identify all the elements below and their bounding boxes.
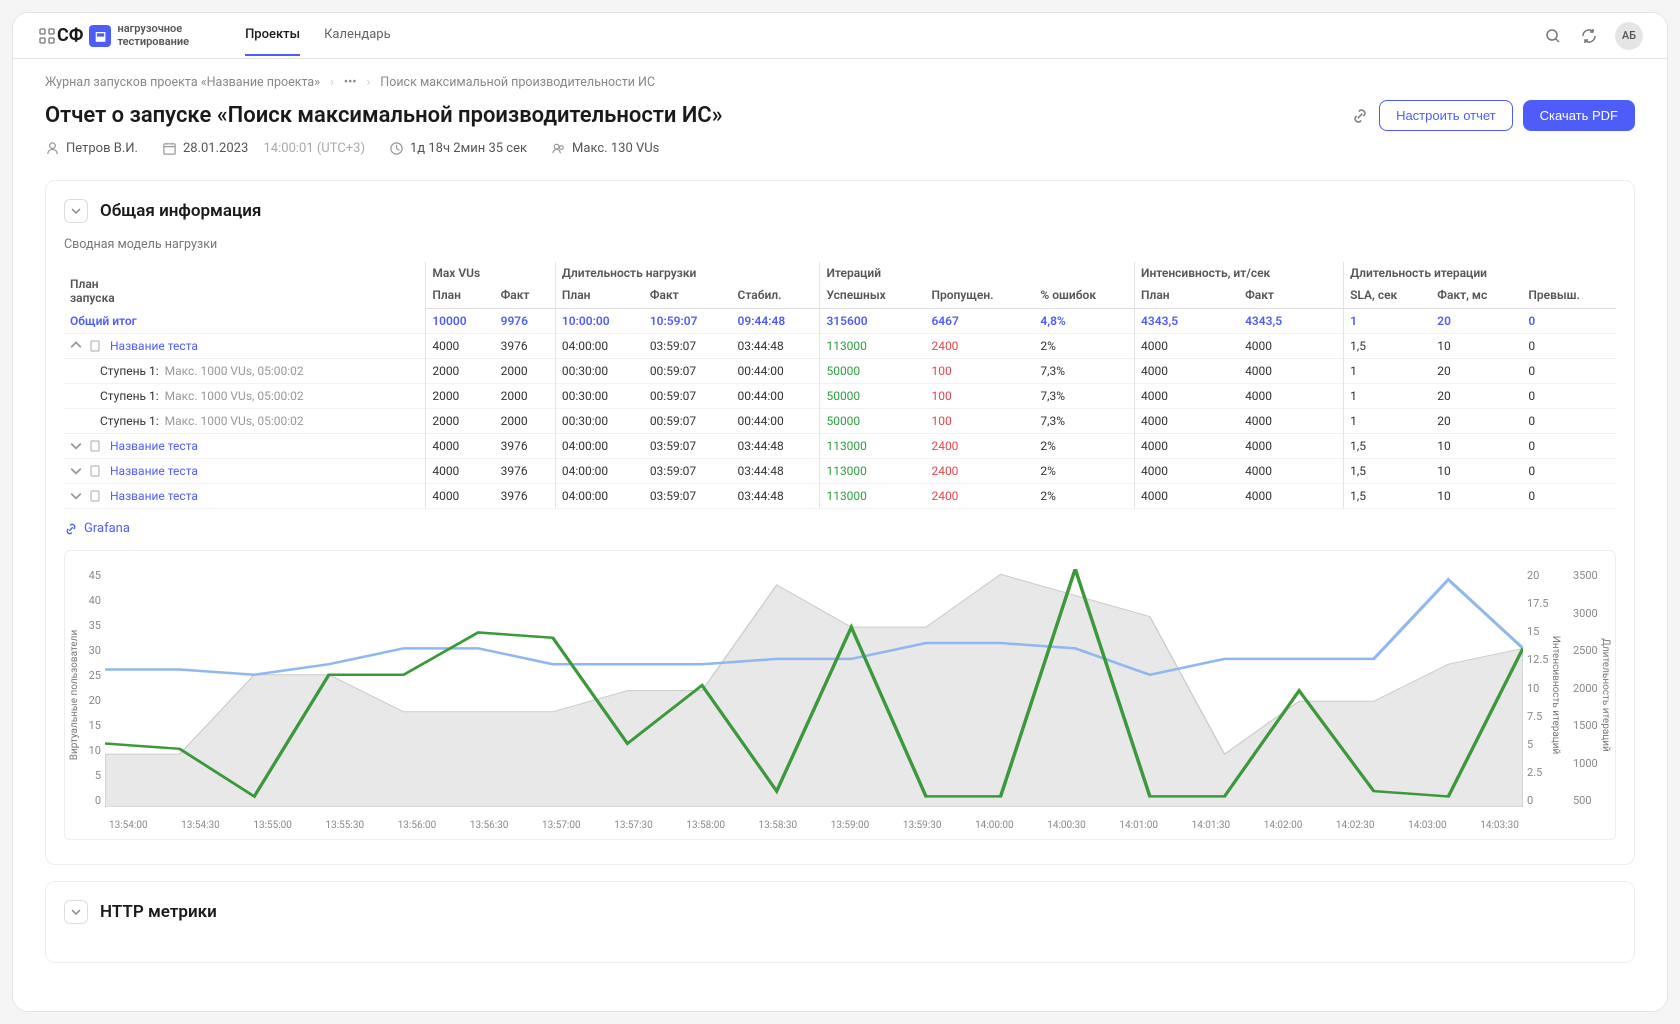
avatar[interactable]: АБ (1615, 22, 1643, 50)
y-axis-right2-label: Длительность итераций (1600, 638, 1611, 752)
x-axis: 13:54:0013:54:3013:55:0013:55:3013:56:00… (105, 820, 1523, 831)
table-row: Ступень 1: Макс. 1000 VUs, 05:00:02 2000… (64, 359, 1616, 384)
table-row: Ступень 1: Макс. 1000 VUs, 05:00:02 2000… (64, 384, 1616, 409)
y-axis-left-label: Виртуальные пользователи (69, 630, 80, 760)
subsection-title: Сводная модель нагрузки (46, 237, 1634, 262)
table-row: Название теста 40003976 04:00:0003:59:07… (64, 434, 1616, 459)
doc-icon (90, 465, 102, 477)
chevron-up-icon[interactable] (70, 340, 82, 352)
chart-svg (105, 569, 1523, 807)
breadcrumb: Журнал запусков проекта «Название проект… (45, 75, 1635, 90)
collapse-button[interactable] (64, 900, 88, 924)
breadcrumb-current: Поиск максимальной производительности ИС (380, 75, 655, 90)
nav-calendar[interactable]: Календарь (324, 15, 391, 56)
chevron-down-icon[interactable] (70, 440, 82, 452)
table-row: Название теста 40003976 04:00:0003:59:07… (64, 484, 1616, 509)
load-chart: Виртуальные пользователи 454035302520151… (64, 550, 1616, 840)
page-title: Отчет о запуске «Поиск максимальной прои… (45, 103, 723, 128)
breadcrumb-item[interactable]: Журнал запусков проекта «Название проект… (45, 75, 320, 90)
chevron-right-icon: › (330, 75, 334, 90)
section-http-metrics: HTTP метрики (45, 881, 1635, 963)
reload-icon[interactable] (1579, 26, 1599, 46)
chevron-down-icon[interactable] (70, 465, 82, 477)
logo-mark: СФ (57, 25, 83, 46)
chevron-down-icon[interactable] (70, 490, 82, 502)
doc-icon (90, 440, 102, 452)
table-row: Общий итог 100009976 10:00:0010:59:0709:… (64, 309, 1616, 334)
calendar-icon (162, 141, 177, 156)
table-row: Название теста 40003976 04:00:0003:59:07… (64, 334, 1616, 359)
meta-row: Петров В.И. 28.01.2023 14:00:01 (UTC+3) … (45, 141, 1635, 156)
grafana-link[interactable]: Grafana (46, 509, 148, 540)
section-title: Общая информация (100, 201, 261, 221)
doc-icon (90, 490, 102, 502)
chevron-right-icon: › (367, 75, 371, 90)
users-icon (551, 141, 566, 156)
logo-box: ⬓ (89, 25, 111, 47)
user-icon (45, 141, 60, 156)
nav-projects[interactable]: Проекты (245, 15, 300, 56)
nav: Проекты Календарь (245, 15, 391, 56)
y-axis-right1-label: Интенсивность итераций (1550, 636, 1561, 755)
table-row: Название теста 40003976 04:00:0003:59:07… (64, 459, 1616, 484)
breadcrumb-dots[interactable]: ••• (344, 75, 357, 90)
y-axis-right1: 2017.51512.5107.552.50 (1523, 551, 1569, 839)
search-icon[interactable] (1543, 26, 1563, 46)
link-icon[interactable] (1351, 107, 1369, 125)
logo: СФ ⬓ нагрузочное тестирование (57, 23, 189, 47)
table-row: Ступень 1: Макс. 1000 VUs, 05:00:02 2000… (64, 409, 1616, 434)
apps-icon[interactable] (37, 26, 57, 46)
doc-icon (90, 340, 102, 352)
configure-button[interactable]: Настроить отчет (1379, 100, 1513, 131)
collapse-button[interactable] (64, 199, 88, 223)
section-general-info: Общая информация Сводная модель нагрузки… (45, 180, 1635, 865)
load-model-table: План запуска Max VUs Длительность нагруз… (64, 262, 1616, 509)
section-title: HTTP метрики (100, 902, 217, 922)
topbar: СФ ⬓ нагрузочное тестирование Проекты Ка… (13, 13, 1667, 59)
download-pdf-button[interactable]: Скачать PDF (1523, 100, 1635, 131)
clock-icon (389, 141, 404, 156)
